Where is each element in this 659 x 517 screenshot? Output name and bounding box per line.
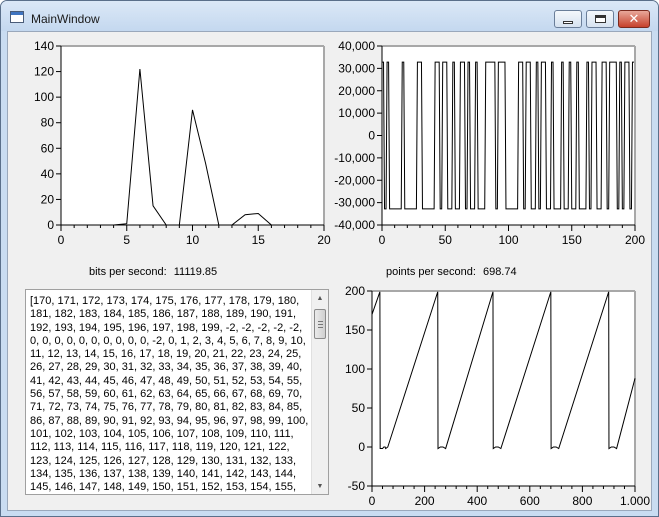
y-tick-label: 30,000	[338, 61, 375, 75]
y-tick-label: 10,000	[338, 106, 375, 120]
plot-background	[372, 291, 635, 486]
grip-line	[318, 327, 323, 328]
x-tick-label: 20	[317, 233, 331, 247]
y-tick-label: 100	[34, 90, 54, 104]
y-tick-label: 0	[368, 129, 375, 143]
y-tick-label: -20,000	[334, 173, 375, 187]
bits-per-second-label: bits per second:	[89, 266, 167, 278]
y-tick-label: -30,000	[334, 196, 375, 210]
bits-per-second-readout: bits per second: 11119.85	[89, 266, 217, 278]
y-tick-label: 20	[41, 192, 55, 206]
y-tick-label: 40,000	[338, 39, 375, 53]
y-tick-label: -40,000	[334, 218, 375, 232]
bits-per-second-value: 11119.85	[173, 266, 218, 278]
data-text-content: [170, 171, 172, 173, 174, 175, 176, 177,…	[30, 295, 309, 494]
maximize-icon	[594, 15, 606, 23]
y-tick-label: 0	[47, 218, 54, 232]
y-tick-label: 140	[34, 39, 54, 53]
y-tick-label: -10,000	[334, 151, 375, 165]
scroll-thumb[interactable]	[314, 309, 326, 339]
x-tick-label: 400	[467, 494, 487, 508]
grip-line	[318, 324, 323, 325]
x-tick-label: 0	[58, 233, 65, 247]
y-tick-label: 20,000	[338, 84, 375, 98]
x-tick-label: 800	[572, 494, 592, 508]
data-text-box[interactable]: [170, 171, 172, 173, 174, 175, 176, 177,…	[25, 289, 329, 495]
y-tick-label: 0	[358, 440, 365, 454]
minimize-button[interactable]	[554, 10, 582, 28]
minimize-icon	[563, 20, 573, 24]
x-tick-label: 1.000	[620, 494, 650, 508]
x-tick-label: 200	[625, 233, 645, 247]
title-bar[interactable]: MainWindow ✕	[1, 1, 658, 31]
x-tick-label: 200	[415, 494, 435, 508]
points-per-second-readout: points per second: 698.74	[386, 266, 517, 278]
vertical-scrollbar[interactable]: ▲ ▼	[311, 290, 328, 494]
y-tick-label: 200	[345, 284, 365, 298]
main-window: MainWindow ✕ 0 20 40 60 80 100 120 140 0 5 10 15 20-…	[0, 0, 659, 517]
y-tick-label: 150	[345, 323, 365, 337]
x-tick-label: 15	[252, 233, 266, 247]
close-icon: ✕	[628, 11, 640, 27]
x-tick-label: 0	[369, 494, 376, 508]
x-tick-label: 10	[186, 233, 200, 247]
y-tick-label: 100	[345, 362, 365, 376]
grip-line	[318, 321, 323, 322]
scroll-down-icon[interactable]: ▼	[312, 478, 328, 494]
client-area: 0 20 40 60 80 100 120 140 0 5 10 15 20 -40,000 -30,000…	[7, 31, 652, 511]
y-tick-label: -50	[348, 479, 366, 493]
points-per-second-value: 698.74	[482, 266, 517, 278]
close-button[interactable]: ✕	[618, 10, 650, 28]
scroll-up-icon[interactable]: ▲	[312, 290, 328, 306]
window-title: MainWindow	[31, 12, 100, 26]
y-tick-label: 120	[34, 65, 54, 79]
x-tick-label: 5	[123, 233, 130, 247]
y-tick-label: 60	[41, 141, 55, 155]
x-tick-label: 600	[520, 494, 540, 508]
y-tick-label: 40	[41, 167, 55, 181]
x-tick-label: 50	[439, 233, 453, 247]
y-tick-label: 50	[352, 401, 366, 415]
x-tick-label: 150	[562, 233, 582, 247]
x-tick-label: 100	[498, 233, 518, 247]
x-tick-label: 0	[379, 233, 386, 247]
points-per-second-label: points per second:	[386, 266, 476, 278]
app-icon	[10, 11, 24, 23]
y-tick-label: 80	[41, 116, 55, 130]
plot-background	[61, 46, 324, 225]
maximize-button[interactable]	[586, 10, 614, 28]
